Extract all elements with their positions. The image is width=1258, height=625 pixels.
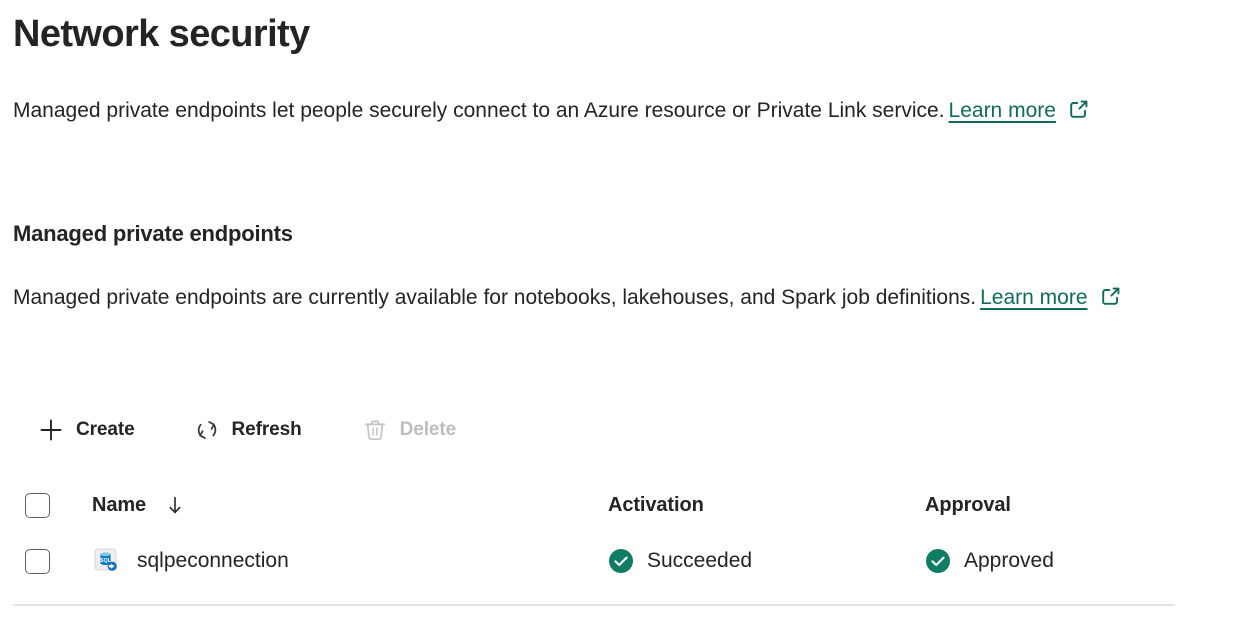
row-name-cell: SQL sqlpeconnection	[92, 546, 608, 576]
endpoint-name-group: SQL sqlpeconnection	[92, 546, 289, 576]
column-header-approval-label: Approval	[925, 494, 1011, 517]
intro-text: Managed private endpoints let people sec…	[13, 99, 945, 122]
external-link-icon[interactable]	[1068, 98, 1090, 120]
endpoint-name-label: sqlpeconnection	[137, 549, 289, 573]
managed-private-endpoints-table: Name Activation Approval	[0, 477, 1176, 589]
azure-sql-private-endpoint-icon: SQL	[92, 546, 122, 576]
create-button[interactable]: Create	[36, 408, 135, 452]
intro-paragraph: Managed private endpoints let people sec…	[13, 90, 1163, 131]
section-description-text: Managed private endpoints are currently …	[13, 286, 976, 309]
row-approval-cell: Approved	[925, 548, 1176, 574]
refresh-button-label: Refresh	[232, 419, 302, 441]
column-header-approval[interactable]: Approval	[925, 494, 1176, 517]
intro-learn-more-group[interactable]: Learn more	[945, 90, 1090, 131]
approval-status-label: Approved	[964, 549, 1054, 573]
refresh-icon	[192, 415, 222, 445]
column-header-name[interactable]: Name	[92, 494, 608, 517]
learn-more-link[interactable]: Learn more	[976, 286, 1091, 309]
section-description: Managed private endpoints are currently …	[13, 277, 1163, 318]
select-all-checkbox[interactable]	[25, 493, 50, 518]
row-activation-cell: Succeeded	[608, 548, 925, 574]
external-link-icon[interactable]	[1100, 285, 1122, 307]
activation-status-label: Succeeded	[647, 549, 752, 573]
create-button-label: Create	[76, 419, 135, 441]
activation-status-badge: Succeeded	[608, 548, 752, 574]
column-header-activation-label: Activation	[608, 494, 704, 517]
table-row[interactable]: SQL sqlpeconnection	[0, 533, 1176, 589]
check-circle-icon	[608, 548, 634, 574]
row-select-cell	[0, 549, 92, 574]
refresh-button[interactable]: Refresh	[192, 408, 302, 452]
arrow-down-icon	[164, 494, 186, 516]
network-security-page: Network security Managed private endpoin…	[0, 0, 1258, 625]
learn-more-link[interactable]: Learn more	[945, 99, 1060, 122]
table-header-row: Name Activation Approval	[0, 477, 1176, 533]
delete-button[interactable]: Delete	[360, 408, 456, 452]
plus-icon	[36, 415, 66, 445]
select-all-cell	[0, 493, 92, 518]
delete-button-label: Delete	[400, 419, 456, 441]
approval-status-badge: Approved	[925, 548, 1054, 574]
row-checkbox[interactable]	[25, 549, 50, 574]
page-title: Network security	[13, 10, 310, 58]
trash-icon	[360, 415, 390, 445]
section-heading: Managed private endpoints	[13, 218, 293, 250]
table-row-divider	[13, 604, 1175, 606]
column-header-name-label: Name	[92, 494, 146, 517]
check-circle-icon	[925, 548, 951, 574]
command-toolbar: Create Refresh	[36, 408, 456, 452]
column-header-activation[interactable]: Activation	[608, 494, 925, 517]
section-learn-more-group[interactable]: Learn more	[976, 277, 1121, 318]
